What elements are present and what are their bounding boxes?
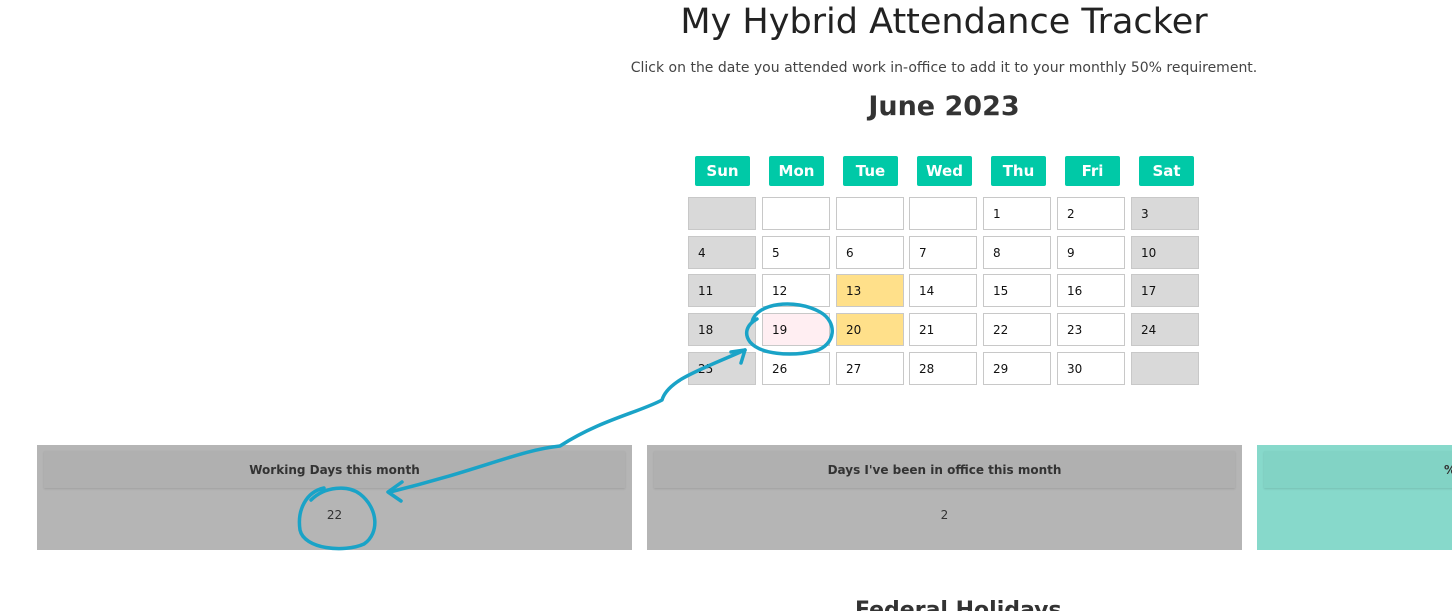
calendar-day-23[interactable]: 23	[1057, 313, 1125, 346]
percent-label: %	[1264, 451, 1452, 488]
office-days-card: Days I've been in office this month 2	[647, 445, 1242, 550]
month-title: June 2023	[868, 91, 1020, 122]
calendar-day-29[interactable]: 29	[983, 352, 1051, 385]
weekday-sat: Sat	[1139, 156, 1194, 186]
calendar-day-27[interactable]: 27	[836, 352, 904, 385]
calendar-day-26[interactable]: 26	[762, 352, 830, 385]
weekday-tue: Tue	[843, 156, 898, 186]
calendar-day-12[interactable]: 12	[762, 274, 830, 307]
working-days-label: Working Days this month	[44, 451, 625, 488]
weekday-sun: Sun	[695, 156, 750, 186]
calendar-day-18[interactable]: 18	[688, 313, 756, 346]
weekday-mon: Mon	[769, 156, 824, 186]
working-days-card: Working Days this month 22	[37, 445, 632, 550]
calendar-day-8[interactable]: 8	[983, 236, 1051, 269]
calendar-day-25[interactable]: 25	[688, 352, 756, 385]
office-days-label: Days I've been in office this month	[654, 451, 1235, 488]
calendar-day-11[interactable]: 11	[688, 274, 756, 307]
calendar-empty-cell	[1131, 352, 1199, 385]
weekday-thu: Thu	[991, 156, 1046, 186]
calendar-empty-cell	[909, 197, 977, 230]
calendar-day-2[interactable]: 2	[1057, 197, 1125, 230]
working-days-value: 22	[326, 508, 343, 522]
calendar-day-14[interactable]: 14	[909, 274, 977, 307]
calendar-day-3[interactable]: 3	[1131, 197, 1199, 230]
calendar-day-16[interactable]: 16	[1057, 274, 1125, 307]
calendar-day-24[interactable]: 24	[1131, 313, 1199, 346]
calendar-day-17[interactable]: 17	[1131, 274, 1199, 307]
calendar-day-20[interactable]: 20	[836, 313, 904, 346]
calendar-day-10[interactable]: 10	[1131, 236, 1199, 269]
calendar-day-21[interactable]: 21	[909, 313, 977, 346]
calendar-empty-cell	[688, 197, 756, 230]
calendar-day-19[interactable]: 19	[762, 313, 830, 346]
calendar-day-22[interactable]: 22	[983, 313, 1051, 346]
calendar-day-4[interactable]: 4	[688, 236, 756, 269]
calendar-empty-cell	[836, 197, 904, 230]
office-days-value: 2	[940, 508, 949, 522]
weekday-fri: Fri	[1065, 156, 1120, 186]
calendar-day-9[interactable]: 9	[1057, 236, 1125, 269]
percent-card: %	[1257, 445, 1452, 550]
calendar-day-30[interactable]: 30	[1057, 352, 1125, 385]
calendar-day-6[interactable]: 6	[836, 236, 904, 269]
federal-holidays-heading: Federal Holidays	[855, 598, 1062, 611]
instructions-text: Click on the date you attended work in-o…	[630, 60, 1258, 76]
calendar-day-5[interactable]: 5	[762, 236, 830, 269]
calendar-empty-cell	[762, 197, 830, 230]
calendar-day-13[interactable]: 13	[836, 274, 904, 307]
calendar-day-15[interactable]: 15	[983, 274, 1051, 307]
weekday-wed: Wed	[917, 156, 972, 186]
calendar-day-1[interactable]: 1	[983, 197, 1051, 230]
page-title: My Hybrid Attendance Tracker	[680, 2, 1208, 42]
calendar-day-7[interactable]: 7	[909, 236, 977, 269]
attendance-tracker-page: My Hybrid Attendance Tracker Click on th…	[0, 0, 1452, 611]
calendar-day-28[interactable]: 28	[909, 352, 977, 385]
